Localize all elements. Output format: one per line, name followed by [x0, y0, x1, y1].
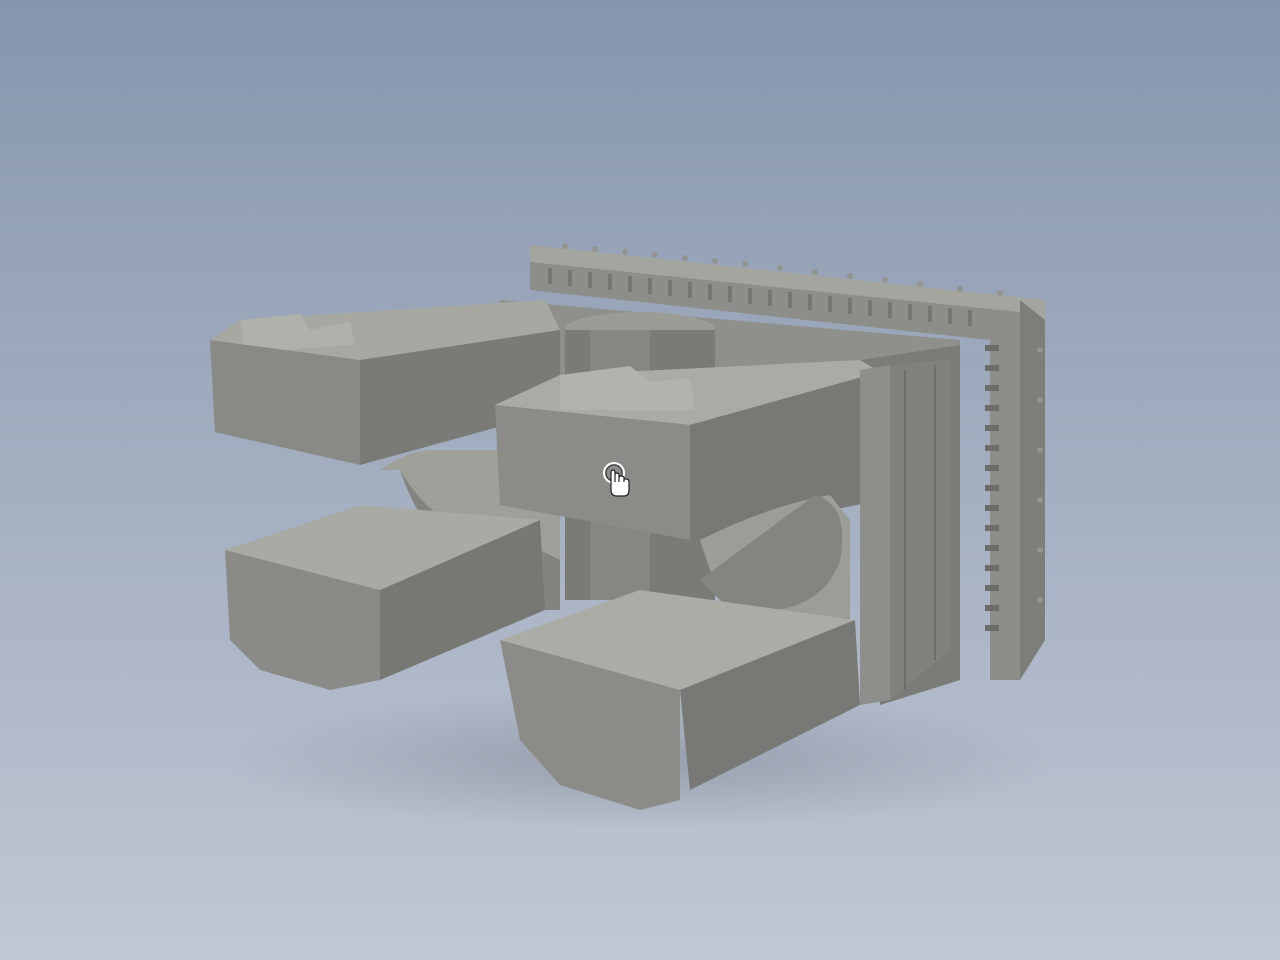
- flange-side-ridges: [985, 345, 999, 631]
- orbit-hand-cursor-icon: [603, 462, 630, 497]
- cad-model[interactable]: [0, 0, 1280, 960]
- 3d-viewport[interactable]: [0, 0, 1280, 960]
- lower-left-arm: [225, 505, 545, 690]
- right-housing-face: [860, 360, 950, 705]
